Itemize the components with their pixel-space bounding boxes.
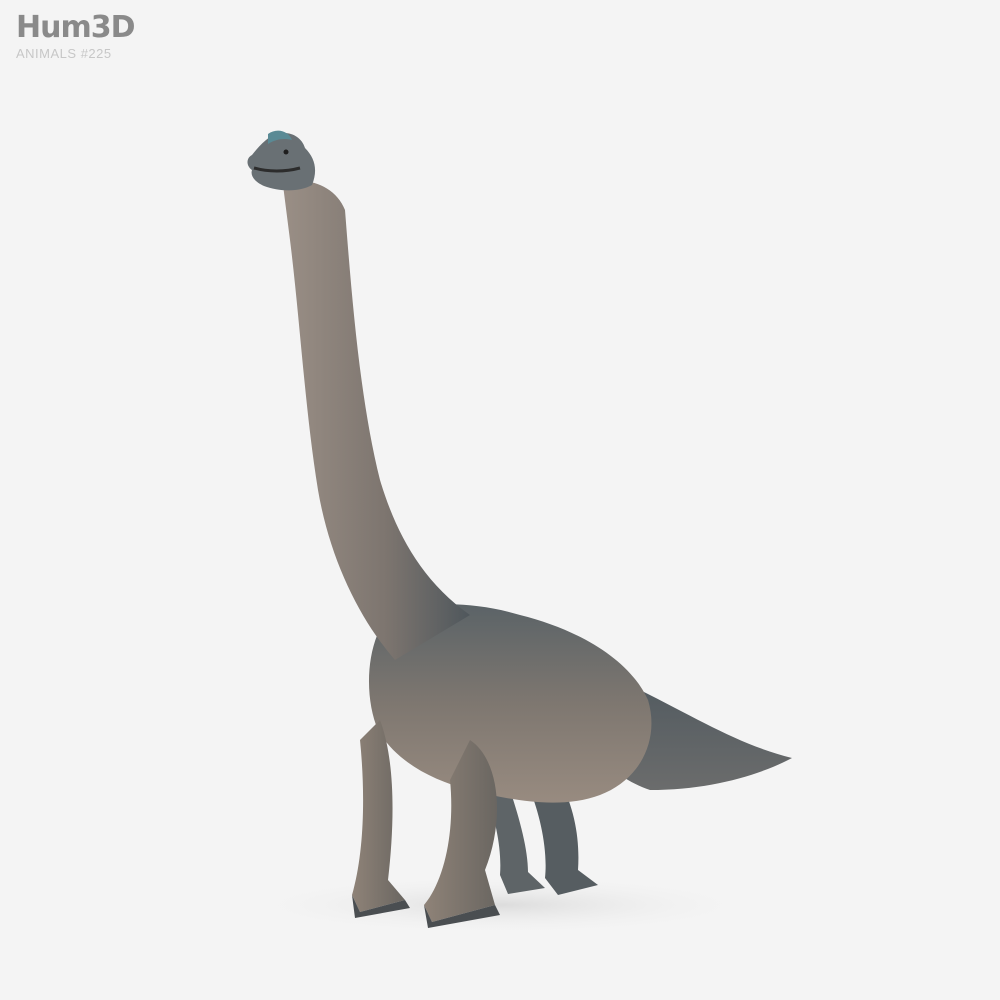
dinosaur-neck: [283, 181, 470, 660]
dinosaur-eye: [283, 149, 289, 155]
dinosaur-head: [247, 133, 316, 191]
dinosaur-render: [240, 130, 792, 935]
ground-shadow: [240, 875, 760, 935]
